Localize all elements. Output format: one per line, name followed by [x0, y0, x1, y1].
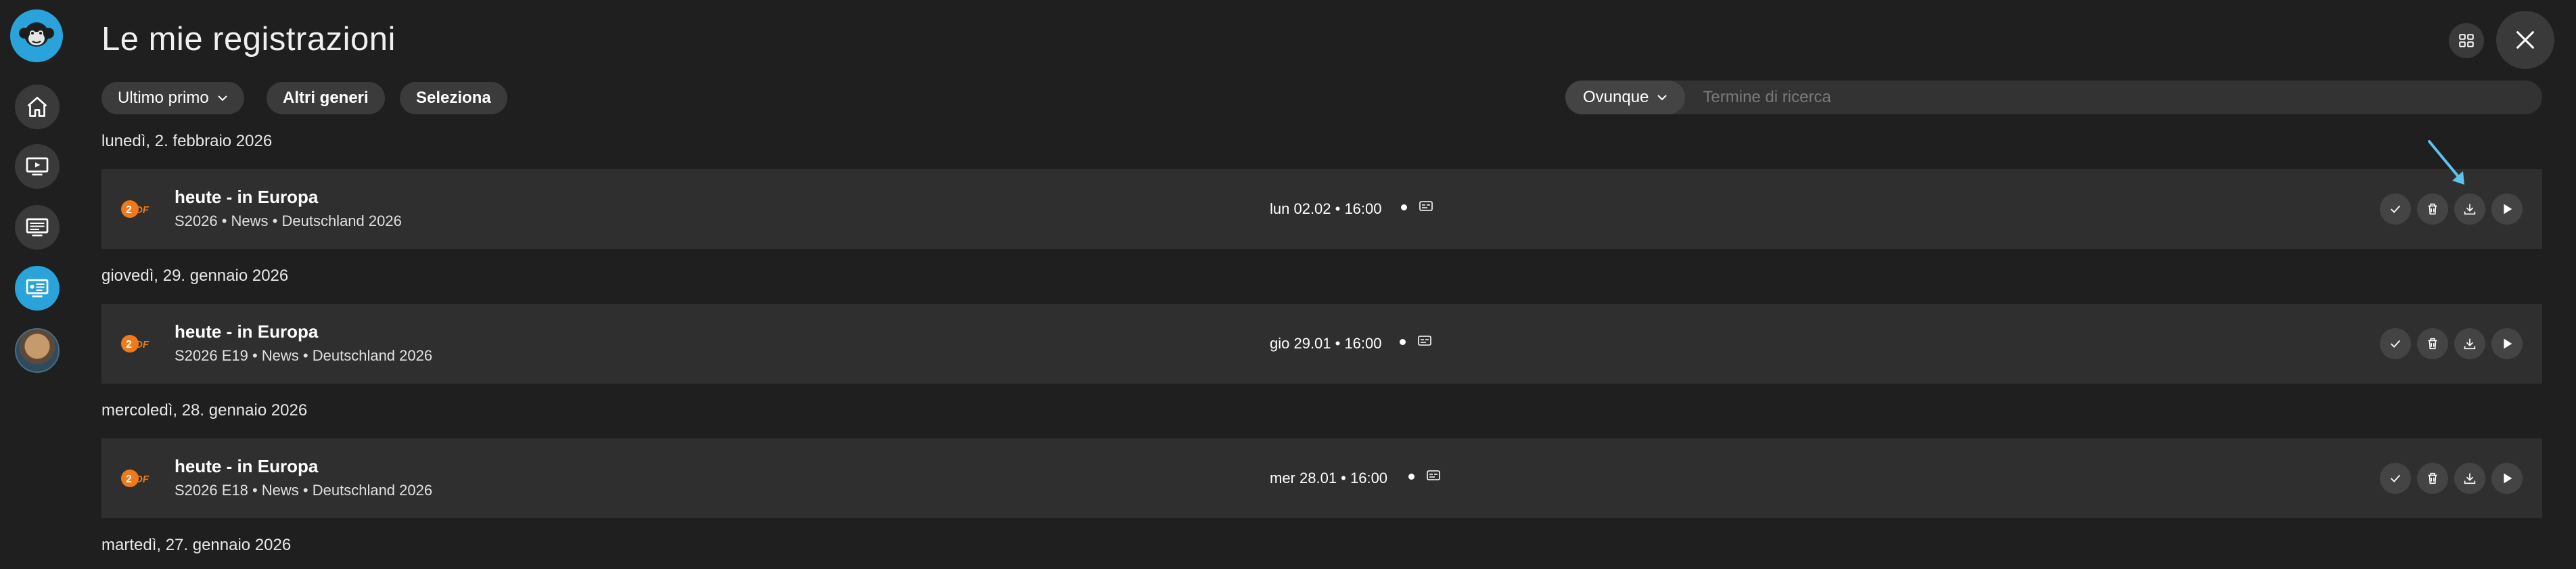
play-icon: [2504, 204, 2512, 214]
mark-watched-button[interactable]: [2380, 328, 2411, 359]
svg-text:2: 2: [126, 339, 132, 350]
download-icon: [2464, 204, 2476, 215]
genres-label: Altri generi: [283, 89, 369, 107]
recording-time: lun 02.02 • 16:00: [1270, 200, 1382, 217]
page-title: Le mie registrazioni: [101, 21, 396, 58]
sort-label: Ultimo primo: [118, 89, 209, 107]
recording-meta: S2026 • News • Deutschland 2026: [175, 212, 402, 229]
status-dot: [1400, 339, 1406, 345]
download-button[interactable]: [2454, 463, 2485, 494]
status-dot: [1408, 474, 1414, 480]
download-icon: [2464, 338, 2476, 350]
search-scope-dropdown[interactable]: Ovunque: [1565, 81, 1686, 114]
sort-dropdown[interactable]: Ultimo primo: [101, 82, 244, 114]
recording-time: gio 29.01 • 16:00: [1270, 335, 1382, 352]
date-header: giovedì, 29. gennaio 2026: [101, 267, 289, 285]
download-button[interactable]: [2454, 328, 2485, 359]
play-button[interactable]: [2491, 463, 2523, 494]
sidebar: [0, 0, 74, 569]
zdf-logo-icon: 2 DF: [121, 470, 150, 487]
svg-text:2: 2: [126, 204, 132, 216]
mark-watched-button[interactable]: [2380, 463, 2411, 494]
play-button[interactable]: [2491, 194, 2523, 225]
recording-meta: S2026 E18 • News • Deutschland 2026: [175, 482, 433, 499]
play-icon: [2504, 338, 2512, 349]
download-icon: [2464, 473, 2476, 484]
subtitles-icon: [1419, 201, 1433, 211]
recording-title: heute - in Europa: [175, 321, 319, 342]
epg-icon: [26, 218, 49, 237]
delete-button[interactable]: [2417, 194, 2448, 225]
status-dot: [1401, 204, 1407, 210]
search-input[interactable]: [1685, 81, 2542, 114]
subtitles-icon: [1427, 470, 1440, 480]
genres-button[interactable]: Altri generi: [267, 82, 385, 114]
home-icon: [27, 97, 47, 117]
date-header: martedì, 27. gennaio 2026: [101, 536, 292, 554]
chevron-down-icon: [217, 95, 227, 101]
delete-button[interactable]: [2417, 463, 2448, 494]
subtitles-icon: [1418, 336, 1431, 346]
close-button[interactable]: [2496, 11, 2554, 69]
trash-icon: [2428, 338, 2437, 350]
recording-row[interactable]: 2 DF heute - in Europa S2026 • News • De…: [101, 169, 2542, 249]
sidebar-item-home[interactable]: [15, 85, 60, 129]
play-icon: [2504, 473, 2512, 484]
sidebar-item-recordings[interactable]: [15, 266, 60, 311]
trash-icon: [2428, 203, 2437, 215]
grid-icon: [2459, 34, 2474, 47]
close-icon: [2516, 31, 2534, 49]
grid-view-button[interactable]: [2449, 23, 2484, 58]
sidebar-item-tv[interactable]: [15, 144, 60, 189]
play-button[interactable]: [2491, 328, 2523, 359]
recording-time: mer 28.01 • 16:00: [1270, 470, 1388, 486]
select-button[interactable]: Seleziona: [400, 82, 507, 114]
annotation-arrow-icon: [2428, 140, 2464, 185]
svg-text:DF: DF: [135, 204, 150, 216]
select-label: Seleziona: [416, 89, 491, 107]
chevron-down-icon: [1657, 95, 1668, 101]
check-icon: [2390, 340, 2401, 348]
user-avatar[interactable]: [15, 328, 60, 373]
delete-button[interactable]: [2417, 328, 2448, 359]
app-logo[interactable]: [10, 9, 63, 62]
check-icon: [2390, 205, 2401, 213]
check-icon: [2390, 474, 2401, 482]
zdf-logo-icon: 2 DF: [121, 335, 150, 352]
recording-row[interactable]: 2 DF heute - in Europa S2026 E19 • News …: [101, 304, 2542, 384]
svg-text:2: 2: [126, 474, 132, 485]
svg-text:DF: DF: [135, 474, 150, 485]
tv-play-icon: [26, 157, 49, 176]
sidebar-item-guide[interactable]: [15, 205, 60, 250]
svg-text:DF: DF: [135, 339, 150, 350]
date-header: lunedì, 2. febbraio 2026: [101, 132, 273, 150]
search-bar: Ovunque: [1565, 81, 2542, 114]
recordings-icon: [26, 279, 49, 298]
trash-icon: [2428, 472, 2437, 484]
monkey-logo-icon: [19, 22, 54, 47]
zdf-logo-icon: 2 DF: [121, 200, 150, 218]
recording-row[interactable]: 2 DF heute - in Europa S2026 E18 • News …: [101, 438, 2542, 518]
recording-meta: S2026 E19 • News • Deutschland 2026: [175, 347, 433, 364]
download-button[interactable]: [2454, 194, 2485, 225]
recording-title: heute - in Europa: [175, 456, 319, 476]
recording-title: heute - in Europa: [175, 187, 319, 207]
mark-watched-button[interactable]: [2380, 194, 2411, 225]
search-scope-label: Ovunque: [1583, 88, 1649, 106]
date-header: mercoledì, 28. gennaio 2026: [101, 401, 308, 419]
